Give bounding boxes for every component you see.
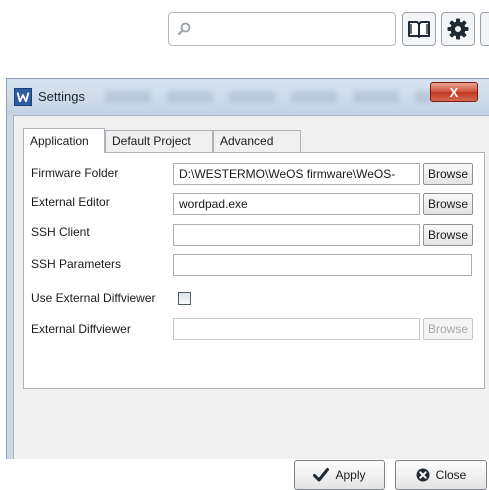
dialog-body: Application Default Project Advanced Fir…	[13, 115, 489, 490]
tab-application[interactable]: Application	[23, 128, 105, 153]
ssh-client-label: SSH Client	[31, 225, 90, 239]
settings-window: Settings X Application Default Project A…	[6, 78, 489, 490]
search-box[interactable]	[168, 12, 396, 46]
title-bar[interactable]: Settings X	[7, 79, 489, 115]
application-tab-panel: Firmware Folder D:\WESTERMO\WeOS firmwar…	[23, 152, 485, 389]
close-label: Close	[435, 468, 467, 482]
tab-advanced[interactable]: Advanced	[213, 130, 301, 152]
close-button[interactable]: Close	[395, 460, 487, 490]
use-external-diffviewer-label: Use External Diffviewer	[31, 291, 156, 305]
apply-button[interactable]: Apply	[294, 460, 385, 490]
firmware-folder-input[interactable]: D:\WESTERMO\WeOS firmware\WeOS-	[173, 163, 420, 185]
use-external-diffviewer-checkbox[interactable]	[178, 292, 191, 305]
settings-gear-button[interactable]	[441, 12, 475, 46]
window-close-button[interactable]: X	[430, 82, 478, 102]
search-icon	[177, 22, 191, 36]
toolbar-button-partial[interactable]	[480, 12, 489, 46]
firmware-folder-browse-button[interactable]: Browse	[423, 163, 473, 185]
external-diffviewer-label: External Diffviewer	[31, 322, 131, 336]
help-book-button[interactable]	[402, 12, 436, 46]
external-editor-input[interactable]: wordpad.exe	[173, 193, 420, 215]
ssh-client-browse-button[interactable]: Browse	[423, 224, 473, 246]
app-logo-icon	[17, 92, 29, 102]
close-icon: X	[449, 84, 459, 100]
firmware-folder-label: Firmware Folder	[31, 166, 119, 180]
external-editor-label: External Editor	[31, 195, 110, 209]
apply-label: Apply	[335, 468, 366, 482]
app-icon	[14, 88, 32, 106]
book-icon	[408, 21, 430, 38]
gear-icon	[447, 18, 469, 40]
ssh-client-input[interactable]	[173, 224, 420, 246]
blurred-background-breadcrumbs	[105, 91, 435, 103]
external-diffviewer-browse-button[interactable]: Browse	[423, 318, 473, 340]
ssh-parameters-input[interactable]	[173, 254, 472, 276]
close-circle-icon	[416, 468, 430, 482]
external-editor-browse-button[interactable]: Browse	[423, 193, 473, 215]
window-title: Settings	[38, 89, 85, 104]
search-input[interactable]	[197, 19, 391, 41]
tab-default-project[interactable]: Default Project	[105, 130, 213, 152]
checkmark-icon	[313, 468, 330, 482]
external-diffviewer-input[interactable]	[173, 318, 420, 340]
ssh-parameters-label: SSH Parameters	[31, 257, 122, 271]
